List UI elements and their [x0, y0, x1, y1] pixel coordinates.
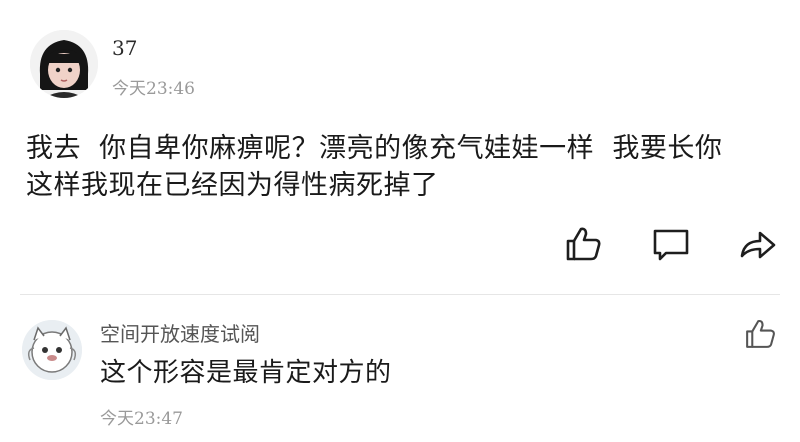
- thumbs-up-icon: [566, 227, 601, 261]
- divider: [20, 294, 780, 295]
- post-username[interactable]: 37: [112, 36, 137, 60]
- comment-icon: [653, 229, 689, 261]
- reply-content: 这个形容是最肯定对方的: [100, 358, 392, 388]
- reply-like-button[interactable]: [742, 316, 778, 352]
- post-timestamp: 今天23:46: [112, 79, 195, 99]
- reply-username[interactable]: 空间开放速度试阅: [100, 318, 260, 347]
- avatar[interactable]: [30, 30, 98, 98]
- share-icon: [740, 231, 776, 259]
- reply-timestamp: 今天23:47: [100, 409, 183, 429]
- thumbs-up-icon: [746, 319, 775, 348]
- reply-avatar[interactable]: [22, 320, 82, 380]
- post-content: 我去 你自卑你麻痹呢？漂亮的像充气娃娃一样 我要长你 这样我现在已经因为得性病死…: [26, 133, 723, 201]
- comment-button[interactable]: [650, 224, 692, 264]
- share-button[interactable]: [736, 224, 778, 264]
- post-actions: [560, 224, 780, 264]
- avatar-image: [30, 30, 98, 98]
- reply-card: 空间开放速度试阅 这个形容是最肯定对方的 今天23:47: [0, 300, 800, 442]
- post-card: 37 今天23:46 我去 你自卑你麻痹呢？漂亮的像充气娃娃一样 我要长你 这样…: [0, 0, 800, 300]
- like-button[interactable]: [562, 224, 604, 264]
- avatar-image: [22, 320, 82, 380]
